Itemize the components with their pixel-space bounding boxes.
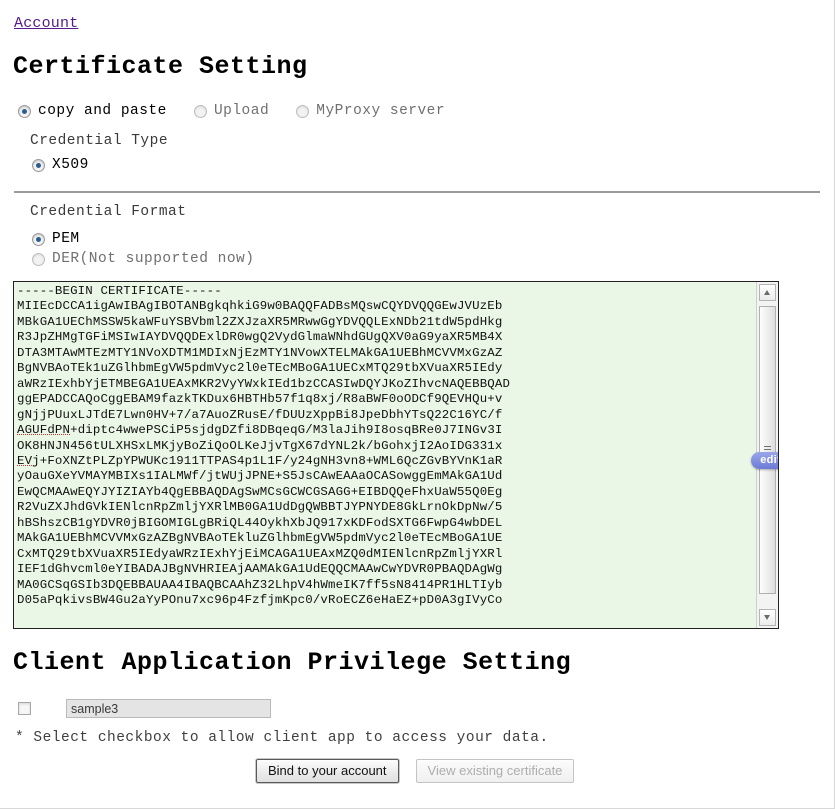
action-button-bar: Bind to your account View existing certi…: [256, 759, 575, 783]
radio-option-der[interactable]: DER(Not supported now): [32, 251, 254, 268]
certificate-textarea[interactable]: -----BEGIN CERTIFICATE----- MIIEcDCCA1ig…: [13, 281, 779, 629]
certificate-text-content[interactable]: -----BEGIN CERTIFICATE----- MIIEcDCCA1ig…: [17, 284, 756, 609]
credential-type-label: Credential Type: [30, 133, 169, 149]
radio-upload-icon[interactable]: [193, 104, 207, 118]
radio-x509-icon[interactable]: [32, 158, 45, 172]
radio-label-der: DER(Not supported now): [52, 251, 255, 267]
radio-label-upload: Upload: [213, 103, 270, 119]
radio-label-pem: PEM: [52, 231, 80, 247]
radio-der-icon[interactable]: [32, 252, 45, 266]
page-root: Account Certificate Setting copy and pas…: [0, 0, 835, 809]
bind-to-account-button[interactable]: Bind to your account: [256, 759, 399, 783]
scrollbar-thumb[interactable]: [759, 306, 776, 594]
credential-format-der-row: DER(Not supported now): [32, 251, 254, 268]
certificate-source-radio-group: copy and paste Upload MyProxy server: [18, 103, 445, 120]
account-breadcrumb-link[interactable]: Account: [14, 15, 78, 32]
privilege-setting-title: Client Application Privilege Setting: [13, 648, 572, 677]
certificate-setting-title: Certificate Setting: [13, 52, 308, 81]
section-divider: [14, 191, 820, 193]
radio-myproxy-server-icon[interactable]: [296, 104, 310, 118]
scroll-up-arrow-icon[interactable]: [759, 284, 776, 301]
client-app-row: [18, 699, 271, 718]
certificate-text-viewport[interactable]: -----BEGIN CERTIFICATE----- MIIEcDCCA1ig…: [14, 282, 756, 628]
scroll-down-arrow-icon[interactable]: [759, 609, 776, 626]
credential-type-radio-group: X509: [32, 157, 89, 174]
privilege-hint-text: * Select checkbox to allow client app to…: [15, 730, 549, 746]
radio-label-copy-and-paste: copy and paste: [38, 103, 167, 119]
radio-option-pem[interactable]: PEM: [32, 231, 80, 248]
view-existing-certificate-button: View existing certificate: [415, 759, 575, 783]
radio-option-copy-and-paste[interactable]: copy and paste: [18, 103, 167, 120]
radio-label-x509: X509: [52, 157, 89, 173]
radio-option-upload[interactable]: Upload: [193, 103, 270, 120]
radio-option-myproxy-server[interactable]: MyProxy server: [296, 103, 445, 120]
radio-option-x509[interactable]: X509: [32, 157, 89, 174]
credential-format-pem-row: PEM: [32, 231, 80, 248]
radio-pem-icon[interactable]: [32, 232, 45, 246]
client-app-name-input[interactable]: [66, 699, 271, 718]
radio-label-myproxy-server: MyProxy server: [316, 103, 446, 119]
edit-badge-button[interactable]: edit: [751, 452, 778, 469]
radio-copy-and-paste-icon[interactable]: [18, 104, 31, 118]
client-app-checkbox[interactable]: [18, 702, 31, 715]
credential-format-label: Credential Format: [30, 204, 187, 220]
